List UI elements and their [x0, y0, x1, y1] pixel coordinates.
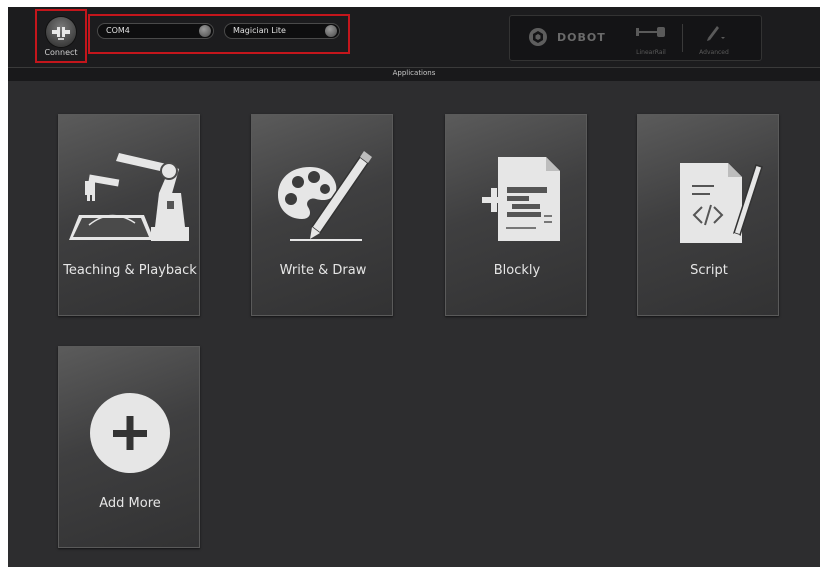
- linear-rail-button[interactable]: LinearRail: [627, 20, 675, 56]
- port-value: COM4: [106, 26, 130, 35]
- tile-teaching-playback[interactable]: Teaching & Playback: [58, 114, 200, 316]
- model-value: Magician Lite: [233, 26, 286, 35]
- tile-write-draw[interactable]: Write & Draw: [251, 114, 393, 316]
- tile-blockly[interactable]: Blockly: [445, 114, 587, 316]
- brand-panel: DOBOT LinearRail Advanced: [509, 15, 762, 61]
- app-window: Connect COM4 Magician Lite DOBOT LinearR…: [8, 7, 820, 567]
- model-select[interactable]: Magician Lite: [224, 23, 340, 39]
- tile-script[interactable]: Script: [637, 114, 779, 316]
- dropdown-knob-icon: [325, 25, 337, 37]
- tile-label: Write & Draw: [279, 263, 367, 278]
- tile-label: Add More: [99, 496, 161, 511]
- palette-brush-icon: [278, 151, 372, 241]
- tile-label: Blockly: [493, 263, 541, 278]
- top-toolbar: Connect COM4 Magician Lite DOBOT LinearR…: [8, 7, 820, 67]
- advanced-label: Advanced: [699, 49, 729, 56]
- advanced-button[interactable]: Advanced: [690, 20, 738, 56]
- section-title: Applications: [392, 69, 436, 77]
- tile-label: Teaching & Playback: [63, 263, 197, 278]
- connect-label: Connect: [44, 48, 78, 57]
- code-document-icon: [680, 163, 763, 243]
- tile-label: Script: [690, 263, 728, 278]
- pen-tool-icon: [707, 26, 725, 41]
- linear-rail-icon: [636, 27, 665, 37]
- section-header: Applications: [8, 67, 820, 81]
- add-circle-icon: [90, 393, 170, 473]
- tile-add-more[interactable]: Add More: [58, 346, 200, 548]
- brand-name: DOBOT: [557, 31, 606, 44]
- dobot-logo-icon: [529, 28, 547, 46]
- dropdown-knob-icon: [199, 25, 211, 37]
- connection-selectors: COM4 Magician Lite: [88, 14, 350, 54]
- plug-icon: [46, 17, 76, 47]
- robot-arm-icon: [69, 153, 189, 241]
- toolbar-divider: [682, 24, 683, 52]
- linear-rail-label: LinearRail: [636, 49, 666, 56]
- port-select[interactable]: COM4: [97, 23, 214, 39]
- connect-button[interactable]: Connect: [35, 9, 87, 63]
- blockly-document-icon: [482, 157, 560, 241]
